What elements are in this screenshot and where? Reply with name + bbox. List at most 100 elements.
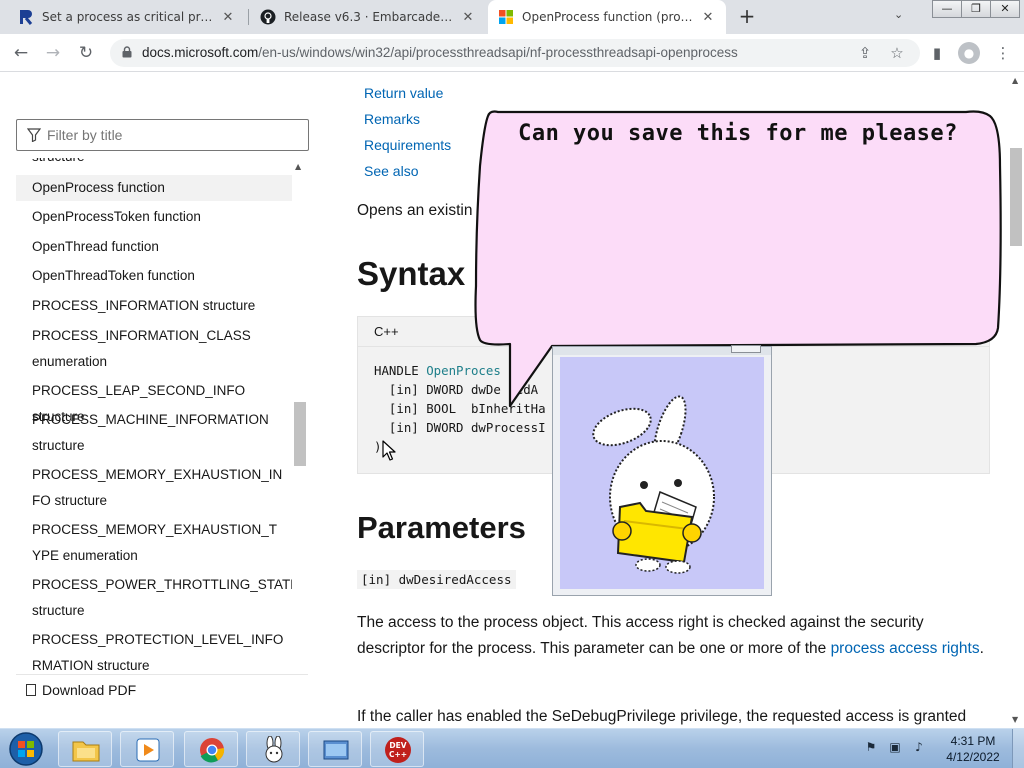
download-label: Download PDF bbox=[42, 682, 137, 698]
tab-release[interactable]: Release v6.3 · Embarcadero/Dev-Cpp ✕ bbox=[250, 0, 486, 34]
toc-list: structure OpenProcess function OpenProce… bbox=[16, 158, 292, 738]
volume-icon[interactable]: ♪ bbox=[910, 740, 928, 758]
tab-openprocess[interactable]: OpenProcess function (processthreadsapi.… bbox=[488, 0, 726, 34]
toc-scrollbar[interactable]: ▲ ▼ bbox=[293, 160, 307, 752]
tab-title: Set a process as critical process or not bbox=[42, 10, 214, 24]
chrome-icon bbox=[200, 738, 225, 763]
toc-item[interactable]: PROCESS_INFORMATION_CLASS enumeration bbox=[16, 323, 256, 375]
share-icon[interactable]: ⇪ bbox=[855, 43, 875, 63]
tab-title: Release v6.3 · Embarcadero/Dev-Cpp bbox=[284, 10, 454, 24]
code-line: HANDLE bbox=[374, 363, 427, 378]
toc-item[interactable]: structure bbox=[16, 158, 292, 170]
toc-item[interactable]: PROCESS_INFORMATION structure bbox=[16, 293, 292, 319]
mascot-canvas bbox=[560, 357, 764, 589]
filter-box[interactable] bbox=[16, 119, 309, 151]
toc-item[interactable]: PROCESS_MEMORY_EXHAUSTION_TYPE enumerati… bbox=[16, 517, 284, 569]
action-center-icon[interactable]: ⚑ bbox=[862, 740, 880, 758]
table-of-contents: structure OpenProcess function OpenProce… bbox=[0, 72, 318, 752]
parameters-heading: Parameters bbox=[357, 510, 526, 545]
scroll-down-icon[interactable]: ▼ bbox=[1012, 715, 1018, 724]
code-line: [in] DWORD dwProcessI bbox=[374, 420, 546, 435]
close-icon[interactable]: ✕ bbox=[460, 10, 476, 25]
media-player-icon bbox=[136, 738, 160, 762]
show-desktop-button[interactable] bbox=[1012, 729, 1024, 768]
bunny-app-icon bbox=[265, 736, 283, 763]
github-icon bbox=[260, 9, 276, 25]
url-host: docs.microsoft.com bbox=[142, 45, 259, 60]
link-see-also[interactable]: See also bbox=[364, 158, 451, 184]
clock[interactable]: 4:31 PM 4/12/2022 bbox=[934, 733, 1012, 765]
bunny-mascot-icon bbox=[592, 395, 715, 574]
reload-icon[interactable]: ↻ bbox=[75, 42, 97, 64]
window-controls: — ❐ ✕ bbox=[932, 0, 1020, 18]
scroll-thumb[interactable] bbox=[1010, 148, 1022, 246]
screenshot-app-icon bbox=[323, 740, 349, 760]
taskbar-devcpp[interactable]: DEV C++ bbox=[370, 731, 424, 767]
syntax-heading: Syntax bbox=[357, 255, 466, 292]
close-icon[interactable]: ✕ bbox=[700, 10, 716, 25]
side-panel-icon[interactable]: ▮ bbox=[926, 42, 948, 64]
scroll-up-icon[interactable]: ▲ bbox=[1012, 76, 1018, 85]
url-text: docs.microsoft.com/en-us/windows/win32/a… bbox=[142, 45, 738, 60]
network-icon[interactable]: ▣ bbox=[886, 740, 904, 758]
profile-avatar-icon[interactable]: ● bbox=[958, 42, 980, 64]
toc-item[interactable]: OpenThreadToken function bbox=[16, 263, 292, 289]
microsoft-icon bbox=[499, 10, 513, 24]
download-pdf-link[interactable]: Download PDF bbox=[16, 674, 308, 706]
star-icon[interactable]: ☆ bbox=[887, 43, 907, 63]
url-path: /en-us/windows/win32/api/processthreadsa… bbox=[258, 45, 738, 60]
taskbar-chrome[interactable] bbox=[184, 731, 238, 767]
taskbar-explorer[interactable] bbox=[58, 731, 112, 767]
taskbar: DEV C++ ⚑ ▣ ♪ 4:31 PM 4/12/2022 bbox=[0, 728, 1024, 768]
in-page-nav: Return value Remarks Requirements See al… bbox=[364, 80, 451, 184]
clock-date: 4/12/2022 bbox=[946, 750, 1000, 764]
link-requirements[interactable]: Requirements bbox=[364, 132, 451, 158]
taskbar-bunny-app[interactable] bbox=[246, 731, 300, 767]
back-arrow-icon[interactable]: ← bbox=[10, 42, 32, 64]
scroll-thumb[interactable] bbox=[294, 402, 306, 466]
scroll-up-icon[interactable]: ▲ bbox=[295, 162, 301, 171]
link-return-value[interactable]: Return value bbox=[364, 80, 451, 106]
description-text: Opens an existin bbox=[357, 202, 473, 219]
mouse-cursor-icon bbox=[382, 440, 396, 461]
tab-strip: Set a process as critical process or not… bbox=[0, 0, 1024, 34]
address-bar[interactable]: docs.microsoft.com/en-us/windows/win32/a… bbox=[110, 39, 920, 67]
toc-item[interactable]: PROCESS_POWER_THROTTLING_STATE structure bbox=[16, 572, 292, 624]
toc-item-active[interactable]: OpenProcess function bbox=[16, 175, 292, 201]
filter-input[interactable] bbox=[47, 124, 297, 146]
close-icon[interactable]: ✕ bbox=[220, 10, 236, 25]
speech-bubble-text: Can you save this for me please? bbox=[518, 121, 958, 146]
taskbar-media-player[interactable] bbox=[120, 731, 174, 767]
page-scrollbar[interactable]: ▲ ▼ bbox=[1008, 72, 1024, 728]
lock-icon bbox=[122, 46, 132, 58]
toc-item[interactable]: PROCESS_MACHINE_INFORMATION structure bbox=[16, 407, 269, 459]
stackprinter-icon bbox=[20, 10, 33, 25]
browser-toolbar: ← → ↻ docs.microsoft.com/en-us/windows/w… bbox=[0, 34, 1024, 72]
mascot-close-button[interactable] bbox=[731, 345, 761, 353]
debug-privilege-text: If the caller has enabled the SeDebugPri… bbox=[357, 708, 967, 725]
process-access-rights-link[interactable]: process access rights bbox=[831, 640, 980, 657]
clock-time: 4:31 PM bbox=[950, 734, 996, 748]
toc-item[interactable]: OpenThread function bbox=[16, 234, 292, 260]
param-desc-tail: . bbox=[979, 639, 984, 657]
restore-icon[interactable]: ❐ bbox=[961, 0, 991, 18]
tab-critical-process[interactable]: Set a process as critical process or not… bbox=[8, 0, 246, 34]
forward-arrow-icon[interactable]: → bbox=[42, 42, 64, 64]
link-remarks[interactable]: Remarks bbox=[364, 106, 451, 132]
mascot-window[interactable] bbox=[552, 345, 772, 596]
minimize-icon[interactable]: — bbox=[932, 0, 962, 18]
tab-title: OpenProcess function (processthreadsapi.… bbox=[522, 10, 694, 24]
taskbar-screenshot-app[interactable] bbox=[308, 731, 362, 767]
system-tray: ⚑ ▣ ♪ 4:31 PM 4/12/2022 bbox=[862, 729, 1024, 768]
toc-item[interactable]: PROCESS_PROTECTION_LEVEL_INFORMATION str… bbox=[16, 627, 284, 679]
toc-item[interactable]: PROCESS_MEMORY_EXHAUSTION_INFO structure bbox=[16, 462, 284, 514]
kebab-menu-icon[interactable]: ⋮ bbox=[992, 42, 1014, 64]
tab-search-icon[interactable]: ⌄ bbox=[894, 8, 903, 21]
close-window-icon[interactable]: ✕ bbox=[990, 0, 1020, 18]
toc-item[interactable]: OpenProcessToken function bbox=[16, 204, 292, 230]
document-icon bbox=[26, 684, 36, 696]
new-tab-button[interactable]: + bbox=[736, 6, 758, 28]
start-orb-icon[interactable] bbox=[6, 731, 46, 767]
devcpp-label: DEV C++ bbox=[388, 741, 408, 759]
param-description: The access to the process object. This a… bbox=[357, 610, 987, 661]
